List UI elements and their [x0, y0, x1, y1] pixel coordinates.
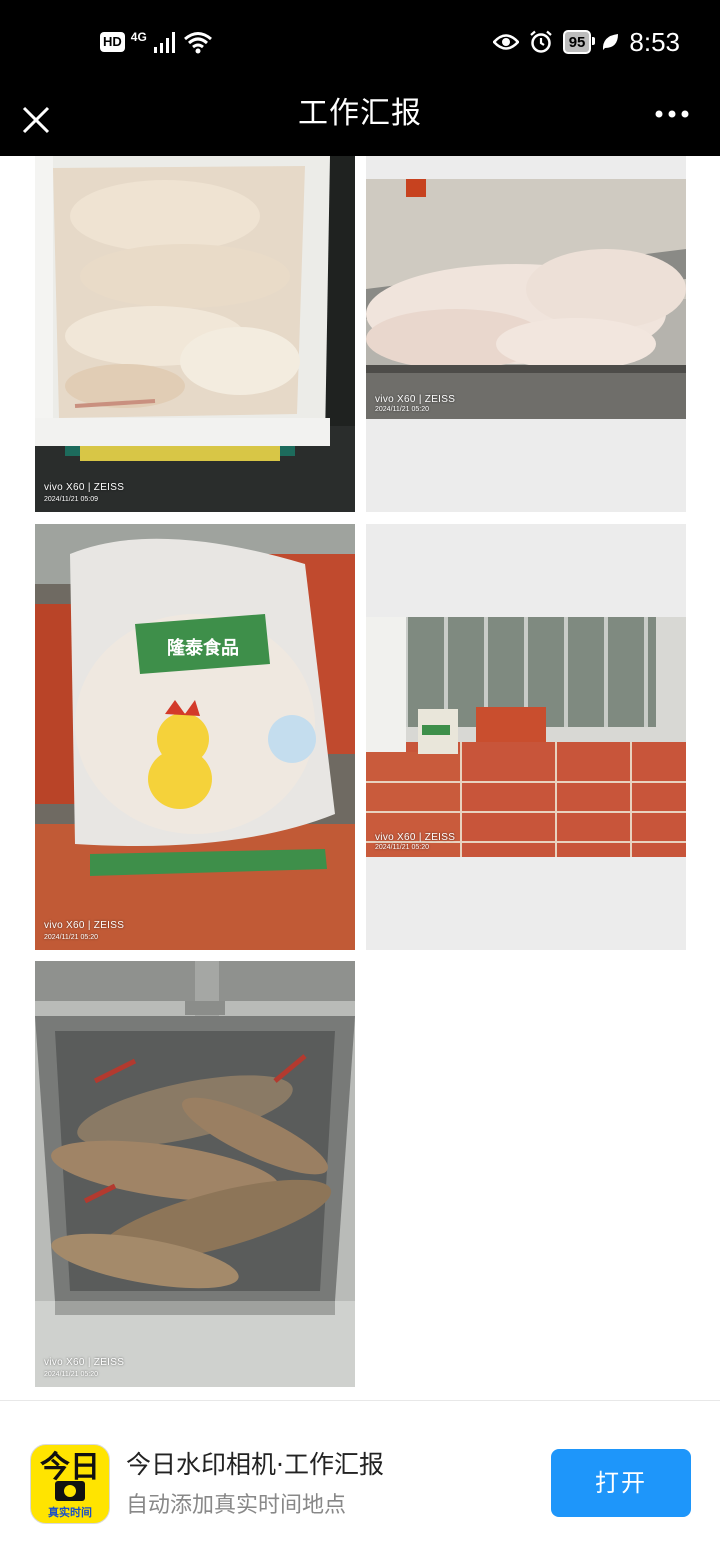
- photo-chicken-counter-image: [366, 179, 686, 419]
- title-bar: 工作汇报: [0, 84, 720, 156]
- leaf-icon: [603, 34, 619, 50]
- photo-chicken-bag[interactable]: 隆泰食品 vivo X60 | ZEISS 2024/11/21 05:20: [35, 524, 355, 950]
- battery-icon: 95: [562, 30, 596, 54]
- open-app-button[interactable]: 打开: [551, 1449, 691, 1517]
- app-icon-label: 真实时间: [48, 1506, 92, 1519]
- photo-watermark-brand: vivo X60 | ZEISS: [44, 1357, 125, 1368]
- page-title: 工作汇报: [298, 96, 422, 131]
- status-left: HD 4G: [100, 26, 213, 58]
- photo-fish-sink-image: [35, 961, 355, 1387]
- photo-watermark-time: 2024/11/21 05:09: [44, 496, 98, 503]
- more-dots-icon: [655, 110, 689, 118]
- photo-grid: vivo X60 | ZEISS 2024/11/21 05:09 vivo X…: [0, 156, 720, 1400]
- banner-subtitle: 自动添加真实时间地点: [126, 1493, 347, 1518]
- signal-icon: [153, 32, 175, 53]
- photo-watermark-brand: vivo X60 | ZEISS: [44, 482, 125, 493]
- photo-watermark-time: 2024/11/21 05:20: [44, 1371, 98, 1378]
- wifi-icon: [183, 32, 212, 54]
- photo-chicken-crate-image: [35, 156, 355, 512]
- app-promo-banner: 今日 真实时间 今日水印相机·工作汇报 自动添加真实时间地点 打开: [0, 1400, 720, 1561]
- bag-brand-text: 隆泰食品: [167, 637, 239, 659]
- photo-watermark-time: 2024/11/21 05:20: [375, 406, 429, 413]
- app-icon: 今日 真实时间: [30, 1444, 110, 1524]
- photo-boxes-image: [366, 617, 686, 857]
- photo-watermark-brand: vivo X60 | ZEISS: [375, 832, 456, 843]
- battery-level: 95: [568, 33, 586, 51]
- photo-fish-sink[interactable]: vivo X60 | ZEISS 2024/11/21 05:20: [35, 961, 355, 1387]
- photo-watermark-brand: vivo X60 | ZEISS: [375, 394, 456, 405]
- status-right: 95 8:53: [492, 26, 680, 58]
- camera-logo-icon: 今日: [40, 1450, 100, 1501]
- clock: 8:53: [629, 27, 680, 57]
- status-bar: HD 4G 95 8:53: [0, 0, 720, 84]
- app-icon-glyph: 今日: [40, 1450, 100, 1485]
- photo-watermark-time: 2024/11/21 05:20: [44, 934, 98, 941]
- photo-chicken-bag-image: 隆泰食品: [35, 524, 355, 950]
- network-type: 4G: [130, 30, 147, 44]
- eye-icon: [492, 34, 519, 50]
- hd-badge: HD: [100, 32, 125, 52]
- photo-boxes[interactable]: vivo X60 | ZEISS 2024/11/21 05:20: [366, 524, 686, 950]
- more-button[interactable]: [648, 96, 696, 132]
- photo-watermark-time: 2024/11/21 05:20: [375, 844, 429, 851]
- photo-chicken-crate[interactable]: vivo X60 | ZEISS 2024/11/21 05:09: [35, 156, 355, 512]
- photo-chicken-counter[interactable]: vivo X60 | ZEISS 2024/11/21 05:20: [366, 156, 686, 512]
- photo-watermark-brand: vivo X60 | ZEISS: [44, 920, 125, 931]
- banner-title: 今日水印相机·工作汇报: [126, 1450, 384, 1479]
- alarm-icon: [529, 30, 552, 53]
